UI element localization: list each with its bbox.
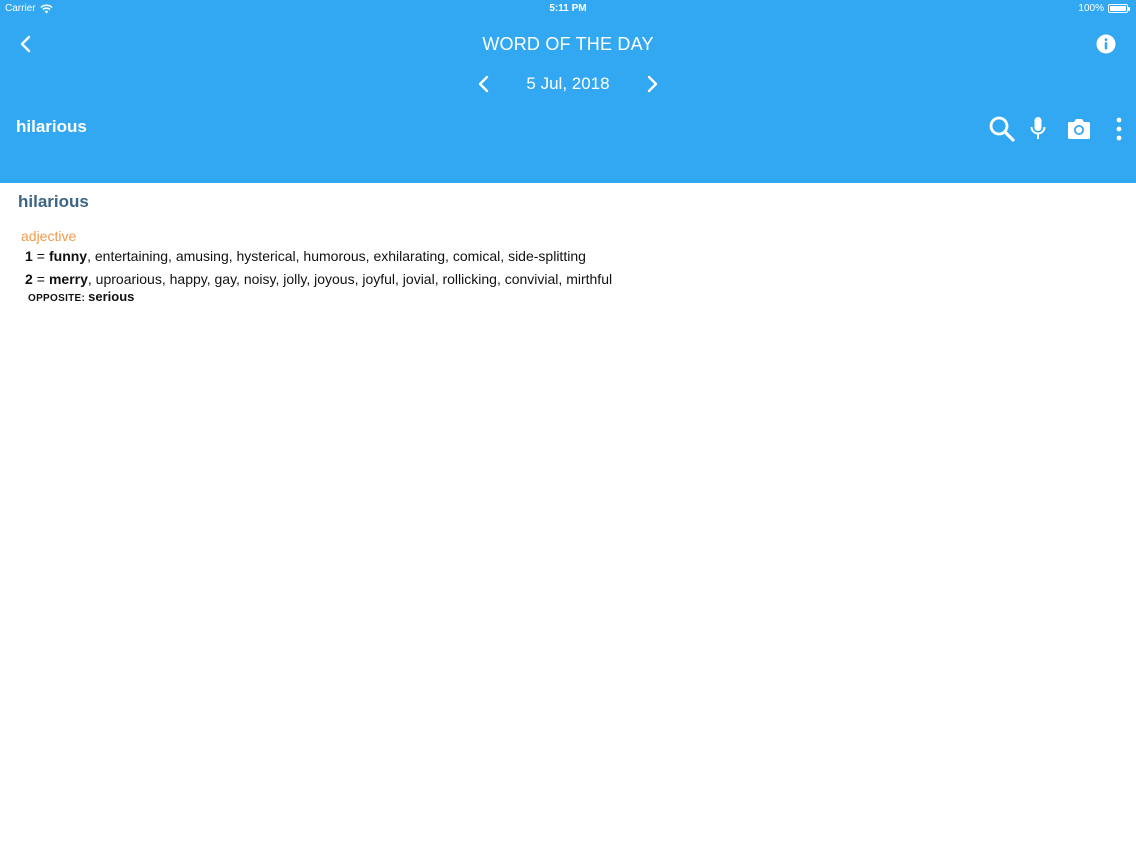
chevron-right-icon: [647, 75, 658, 93]
date-navigator: 5 Jul, 2018: [0, 72, 1136, 96]
headword: hilarious: [18, 192, 89, 211]
status-bar: Carrier 5:11 PM 100%: [0, 0, 1136, 18]
info-button[interactable]: [1096, 34, 1116, 54]
sense-equals: =: [36, 271, 45, 287]
sense-main-synonym[interactable]: merry: [49, 271, 88, 287]
more-options-button[interactable]: [1114, 116, 1124, 142]
back-button[interactable]: [14, 32, 38, 56]
search-icon: [989, 116, 1015, 142]
opposite-word[interactable]: serious: [88, 289, 134, 304]
battery-icon: [1108, 4, 1130, 13]
page-title: WORD OF THE DAY: [482, 34, 654, 54]
camera-button[interactable]: [1066, 117, 1092, 141]
sense-synonyms: , uproarious, happy, gay, noisy, jolly, …: [87, 271, 613, 287]
current-date: 5 Jul, 2018: [526, 74, 610, 93]
opposite-line: OPPOSITE: serious: [28, 289, 134, 304]
voice-search-button[interactable]: [1030, 116, 1046, 142]
info-icon: [1096, 34, 1116, 54]
sense-item: 1 = funny, entertaining, amusing, hysteric…: [25, 248, 586, 264]
part-of-speech: adjective: [21, 228, 77, 244]
header-bar: Carrier 5:11 PM 100% WORD OF THE DAY 5 J…: [0, 0, 1136, 183]
next-day-button[interactable]: [641, 72, 663, 96]
status-right: 100%: [1078, 3, 1130, 14]
search-button[interactable]: [988, 115, 1016, 143]
camera-icon: [1068, 119, 1090, 139]
toolbar: [988, 115, 1124, 143]
opposite-label: OPPOSITE:: [28, 293, 86, 304]
sense-number: 1: [25, 248, 33, 264]
battery-percent: 100%: [1078, 3, 1104, 14]
sense-item: 2 = merry, uproarious, happy, gay, noisy, …: [25, 271, 612, 287]
chevron-left-icon: [478, 75, 489, 93]
previous-day-button[interactable]: [473, 72, 495, 96]
search-word-field[interactable]: hilarious: [16, 117, 87, 137]
battery-fill: [1110, 6, 1126, 11]
chevron-left-icon: [20, 35, 31, 53]
sense-equals: =: [36, 248, 45, 264]
sense-main-synonym[interactable]: funny: [49, 248, 87, 264]
sense-number: 2: [25, 271, 33, 287]
microphone-icon: [1030, 117, 1046, 139]
sense-synonyms: , entertaining, amusing, hysterical, hum…: [87, 248, 586, 264]
status-time: 5:11 PM: [549, 3, 587, 14]
more-vertical-icon: [1116, 117, 1122, 141]
